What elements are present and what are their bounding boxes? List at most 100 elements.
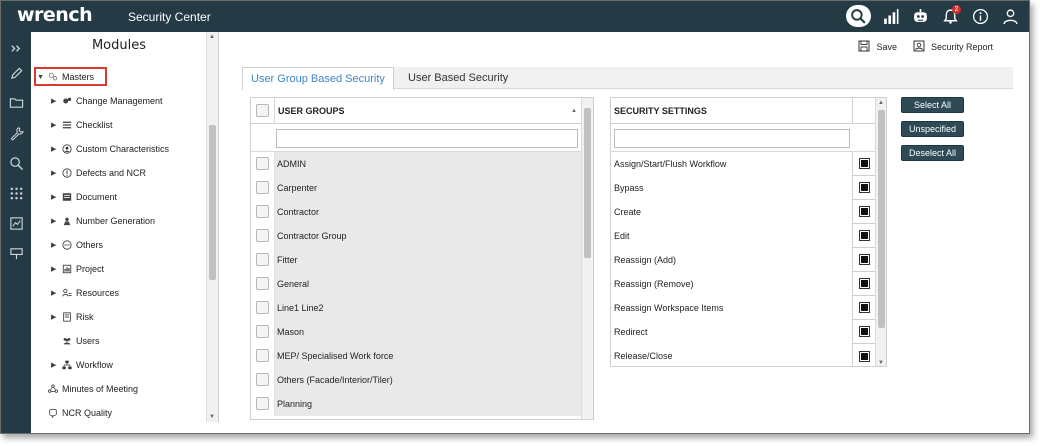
tree-item-resources[interactable]: ▶ Resources bbox=[51, 284, 119, 302]
expand-arrow-icon[interactable]: ▶ bbox=[51, 361, 61, 369]
unspecified-button[interactable]: Unspecified bbox=[901, 121, 964, 137]
setting-toggle[interactable] bbox=[858, 182, 870, 193]
setting-toggle[interactable] bbox=[858, 158, 870, 169]
expand-chevrons-icon[interactable] bbox=[6, 38, 26, 58]
user-groups-scrollbar[interactable] bbox=[581, 98, 593, 419]
expand-arrow-icon[interactable]: ▶ bbox=[51, 265, 61, 273]
tree-item-others[interactable]: ▶ Others bbox=[51, 236, 103, 254]
table-row[interactable]: Others (Facade/Interior/Tiler) bbox=[251, 367, 581, 392]
tree-item-checklist[interactable]: ▶ Checklist bbox=[51, 116, 113, 134]
expand-arrow-icon[interactable]: ▶ bbox=[51, 313, 61, 321]
signal-bars-icon[interactable] bbox=[879, 5, 901, 27]
row-checkbox[interactable] bbox=[256, 373, 269, 386]
table-row[interactable]: MEP/ Specialised Work force bbox=[251, 343, 581, 368]
row-checkbox[interactable] bbox=[256, 229, 269, 242]
expand-arrow-icon[interactable]: ▶ bbox=[51, 289, 61, 297]
modules-scroll-thumb[interactable] bbox=[209, 125, 216, 280]
table-row[interactable]: Contractor Group bbox=[251, 223, 581, 248]
bot-icon[interactable] bbox=[909, 5, 931, 27]
tree-item-change-management[interactable]: ▶ Change Management bbox=[51, 92, 163, 110]
apps-grid-icon[interactable] bbox=[6, 183, 26, 203]
tree-item-minutes-of-meeting[interactable]: Minutes of Meeting bbox=[47, 380, 138, 398]
setting-toggle[interactable] bbox=[858, 206, 870, 217]
wrench-icon[interactable] bbox=[6, 123, 26, 143]
table-row[interactable]: Bypass bbox=[611, 175, 875, 200]
row-checkbox[interactable] bbox=[256, 397, 269, 410]
expand-arrow-icon[interactable]: ▶ bbox=[51, 241, 61, 249]
table-row[interactable]: Assign/Start/Flush Workflow bbox=[611, 151, 875, 176]
board-icon[interactable] bbox=[6, 243, 26, 263]
expand-arrow-icon[interactable]: ▶ bbox=[51, 145, 61, 153]
security-report-button[interactable]: Security Report bbox=[913, 40, 993, 54]
tab-user-group-based-security[interactable]: User Group Based Security bbox=[242, 67, 394, 90]
select-all-groups-checkbox[interactable] bbox=[256, 104, 269, 117]
expand-arrow-icon[interactable]: ▶ bbox=[51, 217, 61, 225]
collapse-arrow-icon[interactable]: ▼ bbox=[37, 74, 47, 81]
table-row[interactable]: General bbox=[251, 271, 581, 296]
user-profile-icon[interactable] bbox=[999, 5, 1021, 27]
scroll-down-icon[interactable]: ▼ bbox=[878, 360, 884, 366]
table-row[interactable]: Reassign (Add) bbox=[611, 247, 875, 272]
expand-arrow-icon[interactable]: ▶ bbox=[51, 121, 61, 129]
folder-icon[interactable] bbox=[6, 92, 26, 112]
scroll-up-icon[interactable]: ▲ bbox=[878, 100, 884, 106]
brand-logo[interactable]: wrench bbox=[17, 4, 93, 26]
row-checkbox[interactable] bbox=[256, 181, 269, 194]
row-checkbox[interactable] bbox=[256, 277, 269, 290]
tab-user-based-security[interactable]: User Based Security bbox=[400, 67, 516, 89]
report-icon[interactable] bbox=[6, 213, 26, 233]
setting-toggle[interactable] bbox=[858, 326, 870, 337]
row-checkbox[interactable] bbox=[256, 325, 269, 338]
user-groups-filter-input[interactable] bbox=[276, 129, 578, 148]
expand-arrow-icon[interactable]: ▶ bbox=[51, 169, 61, 177]
table-row[interactable]: ADMIN bbox=[251, 151, 581, 176]
tree-item-document[interactable]: ▶ Document bbox=[51, 188, 117, 206]
table-row[interactable]: Carpenter bbox=[251, 175, 581, 200]
expand-arrow-icon[interactable]: ▶ bbox=[51, 97, 61, 105]
user-groups-scroll-thumb[interactable] bbox=[584, 108, 591, 258]
tree-item-workflow[interactable]: ▶ Workflow bbox=[51, 356, 113, 374]
security-settings-scroll-thumb[interactable] bbox=[878, 110, 885, 328]
tree-item-risk[interactable]: ▶ Risk bbox=[51, 308, 94, 326]
table-row[interactable]: Redirect bbox=[611, 319, 875, 344]
row-checkbox[interactable] bbox=[256, 205, 269, 218]
deselect-all-button[interactable]: Deselect All bbox=[901, 145, 964, 161]
row-checkbox[interactable] bbox=[256, 253, 269, 266]
table-row[interactable]: Planning bbox=[251, 391, 581, 416]
table-row[interactable]: Reassign Workspace Items bbox=[611, 295, 875, 320]
setting-toggle[interactable] bbox=[858, 350, 870, 362]
pencil-icon[interactable] bbox=[6, 63, 26, 83]
sort-asc-icon[interactable]: ▲ bbox=[571, 108, 577, 114]
search-icon[interactable] bbox=[846, 5, 871, 27]
table-row[interactable]: Fitter bbox=[251, 247, 581, 272]
save-button[interactable]: Save bbox=[858, 40, 897, 54]
table-row[interactable]: Line1 Line2 bbox=[251, 295, 581, 320]
expand-arrow-icon[interactable]: ▶ bbox=[51, 193, 61, 201]
tree-item-users[interactable]: Users bbox=[61, 332, 100, 350]
tree-item-masters[interactable]: ▼ Masters bbox=[37, 68, 94, 86]
table-row[interactable]: Create bbox=[611, 199, 875, 224]
row-checkbox[interactable] bbox=[256, 349, 269, 362]
tree-item-number-generation[interactable]: ▶ Number Generation bbox=[51, 212, 155, 230]
setting-toggle[interactable] bbox=[858, 278, 870, 289]
tree-item-project[interactable]: ▶ Project bbox=[51, 260, 104, 278]
table-row[interactable]: Mason bbox=[251, 319, 581, 344]
notification-bell-icon[interactable]: 2 bbox=[939, 5, 961, 27]
setting-toggle[interactable] bbox=[858, 254, 870, 265]
table-row[interactable]: Release/Close bbox=[611, 344, 875, 366]
tree-item-ncr-quality[interactable]: NCR Quality bbox=[47, 404, 112, 422]
row-checkbox[interactable] bbox=[256, 301, 269, 314]
table-row[interactable]: Reassign (Remove) bbox=[611, 271, 875, 296]
setting-toggle[interactable] bbox=[858, 230, 870, 241]
scroll-down-icon[interactable]: ▼ bbox=[209, 414, 215, 420]
search-rail-icon[interactable] bbox=[6, 153, 26, 173]
row-checkbox[interactable] bbox=[256, 157, 269, 170]
table-row[interactable]: Edit bbox=[611, 223, 875, 248]
info-icon[interactable] bbox=[969, 5, 991, 27]
setting-toggle[interactable] bbox=[858, 302, 870, 313]
security-settings-scrollbar[interactable]: ▲ ▼ bbox=[875, 98, 886, 366]
select-all-button[interactable]: Select All bbox=[901, 97, 964, 113]
tree-item-custom-characteristics[interactable]: ▶ Custom Characteristics bbox=[51, 140, 169, 158]
security-settings-filter-input[interactable] bbox=[614, 129, 850, 148]
scroll-up-icon[interactable]: ▲ bbox=[209, 34, 215, 40]
